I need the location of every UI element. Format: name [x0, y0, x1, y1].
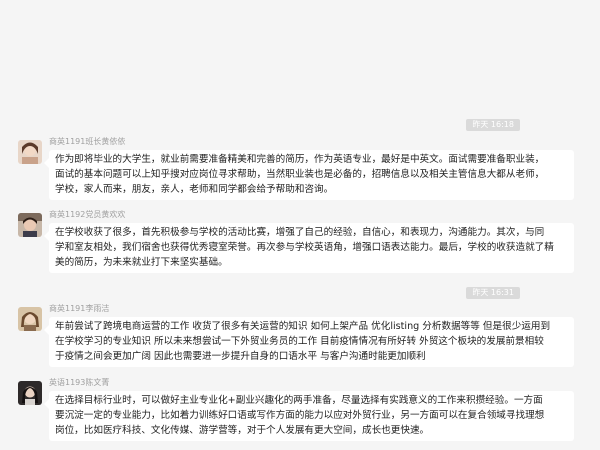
message-bubble[interactable]: 在选择目标行业时，可以做好主业专业化+副业兴趣化的两手准备，尽量选择有实践意义的… [44, 391, 574, 441]
avatar[interactable] [18, 213, 42, 237]
message-text-line: 面试的基本问题可以上知乎搜对应岗位寻求帮助，当然职业装也是必备的，招聘信息以及相… [55, 169, 545, 180]
avatar-photo [18, 381, 42, 405]
message-text-line: 在学校学习的专业知识 所以未来想尝试一下外贸业务员的工作 目前疫情情况有所好转 … [55, 336, 544, 347]
avatar-photo [18, 140, 42, 164]
avatar[interactable] [18, 140, 42, 164]
avatar-photo [18, 307, 42, 331]
message-item: 英语1193陈文菁 在选择目标行业时，可以做好主业专业化+副业兴趣化的两手准备，… [18, 377, 588, 445]
avatar[interactable] [18, 307, 42, 331]
sender-name: 商英1192党员黄欢欢 [49, 210, 126, 219]
sender-name: 英语1193陈文菁 [49, 378, 110, 387]
message-text-line: 于疫情之间会更加广阔 因此也需要进一步提升自身的口语水平 与客户沟通时能更加顺利 [55, 351, 426, 362]
timestamp: 昨天 16:18 [466, 119, 520, 131]
message-text-line: 岗位，比如医疗科技、文化传媒、游学营等，对于个人发展有更大空间，成长也更快速。 [55, 425, 430, 436]
timestamp: 昨天 16:31 [466, 287, 520, 299]
message-text-line: 作为即将毕业的大学生，就业前需要准备精美和完善的简历，作为英语专业，最好是中英文… [55, 154, 545, 165]
message-text-line: 学校，家人而来，朋友，亲人，老师和同学都会给予帮助和咨询。 [55, 184, 334, 195]
chat-panel: 昨天 16:18 商英1191班长黄依依 作为即将毕业的大学生，就业前需要准备精… [0, 0, 600, 450]
message-item: 商英1192党员黄欢欢 在学校收获了很多，首先积极参与学校的活动比赛，增强了自己… [18, 209, 588, 279]
message-text-line: 美的简历，为未来就业打下来坚实基础。 [55, 257, 228, 268]
sender-name: 商英1191李雨洁 [49, 304, 110, 313]
message-text-line: 要沉淀一定的专业能力，比如着力训练好口语或写作方面的能力以应对外贸行业，另一方面… [55, 410, 545, 421]
message-text-line: 在学校收获了很多，首先积极参与学校的活动比赛，增强了自己的经验，自信心，和表现力… [55, 227, 545, 238]
avatar[interactable] [18, 381, 42, 405]
message-item: 商英1191李雨洁 年前尝试了跨境电商运营的工作 收货了很多有关运营的知识 如何… [18, 303, 588, 369]
message-text-line: 在选择目标行业时，可以做好主业专业化+副业兴趣化的两手准备，尽量选择有实践意义的… [55, 395, 543, 406]
message-bubble[interactable]: 在学校收获了很多，首先积极参与学校的活动比赛，增强了自己的经验，自信心，和表现力… [44, 223, 574, 273]
message-item: 商英1191班长黄依依 作为即将毕业的大学生，就业前需要准备精美和完善的简历，作… [18, 136, 588, 202]
sender-name: 商英1191班长黄依依 [49, 137, 126, 146]
message-text-line: 学和室友相处，我们宿舍也获得优秀寝室荣誉。再次参与学校英语角，增强口语表达能力。… [55, 242, 554, 253]
message-text-line: 年前尝试了跨境电商运营的工作 收货了很多有关运营的知识 如何上架产品 优化lis… [55, 321, 551, 332]
message-bubble[interactable]: 作为即将毕业的大学生，就业前需要准备精美和完善的简历，作为英语专业，最好是中英文… [44, 150, 574, 200]
message-bubble[interactable]: 年前尝试了跨境电商运营的工作 收货了很多有关运营的知识 如何上架产品 优化lis… [44, 317, 574, 367]
avatar-photo [18, 213, 42, 237]
